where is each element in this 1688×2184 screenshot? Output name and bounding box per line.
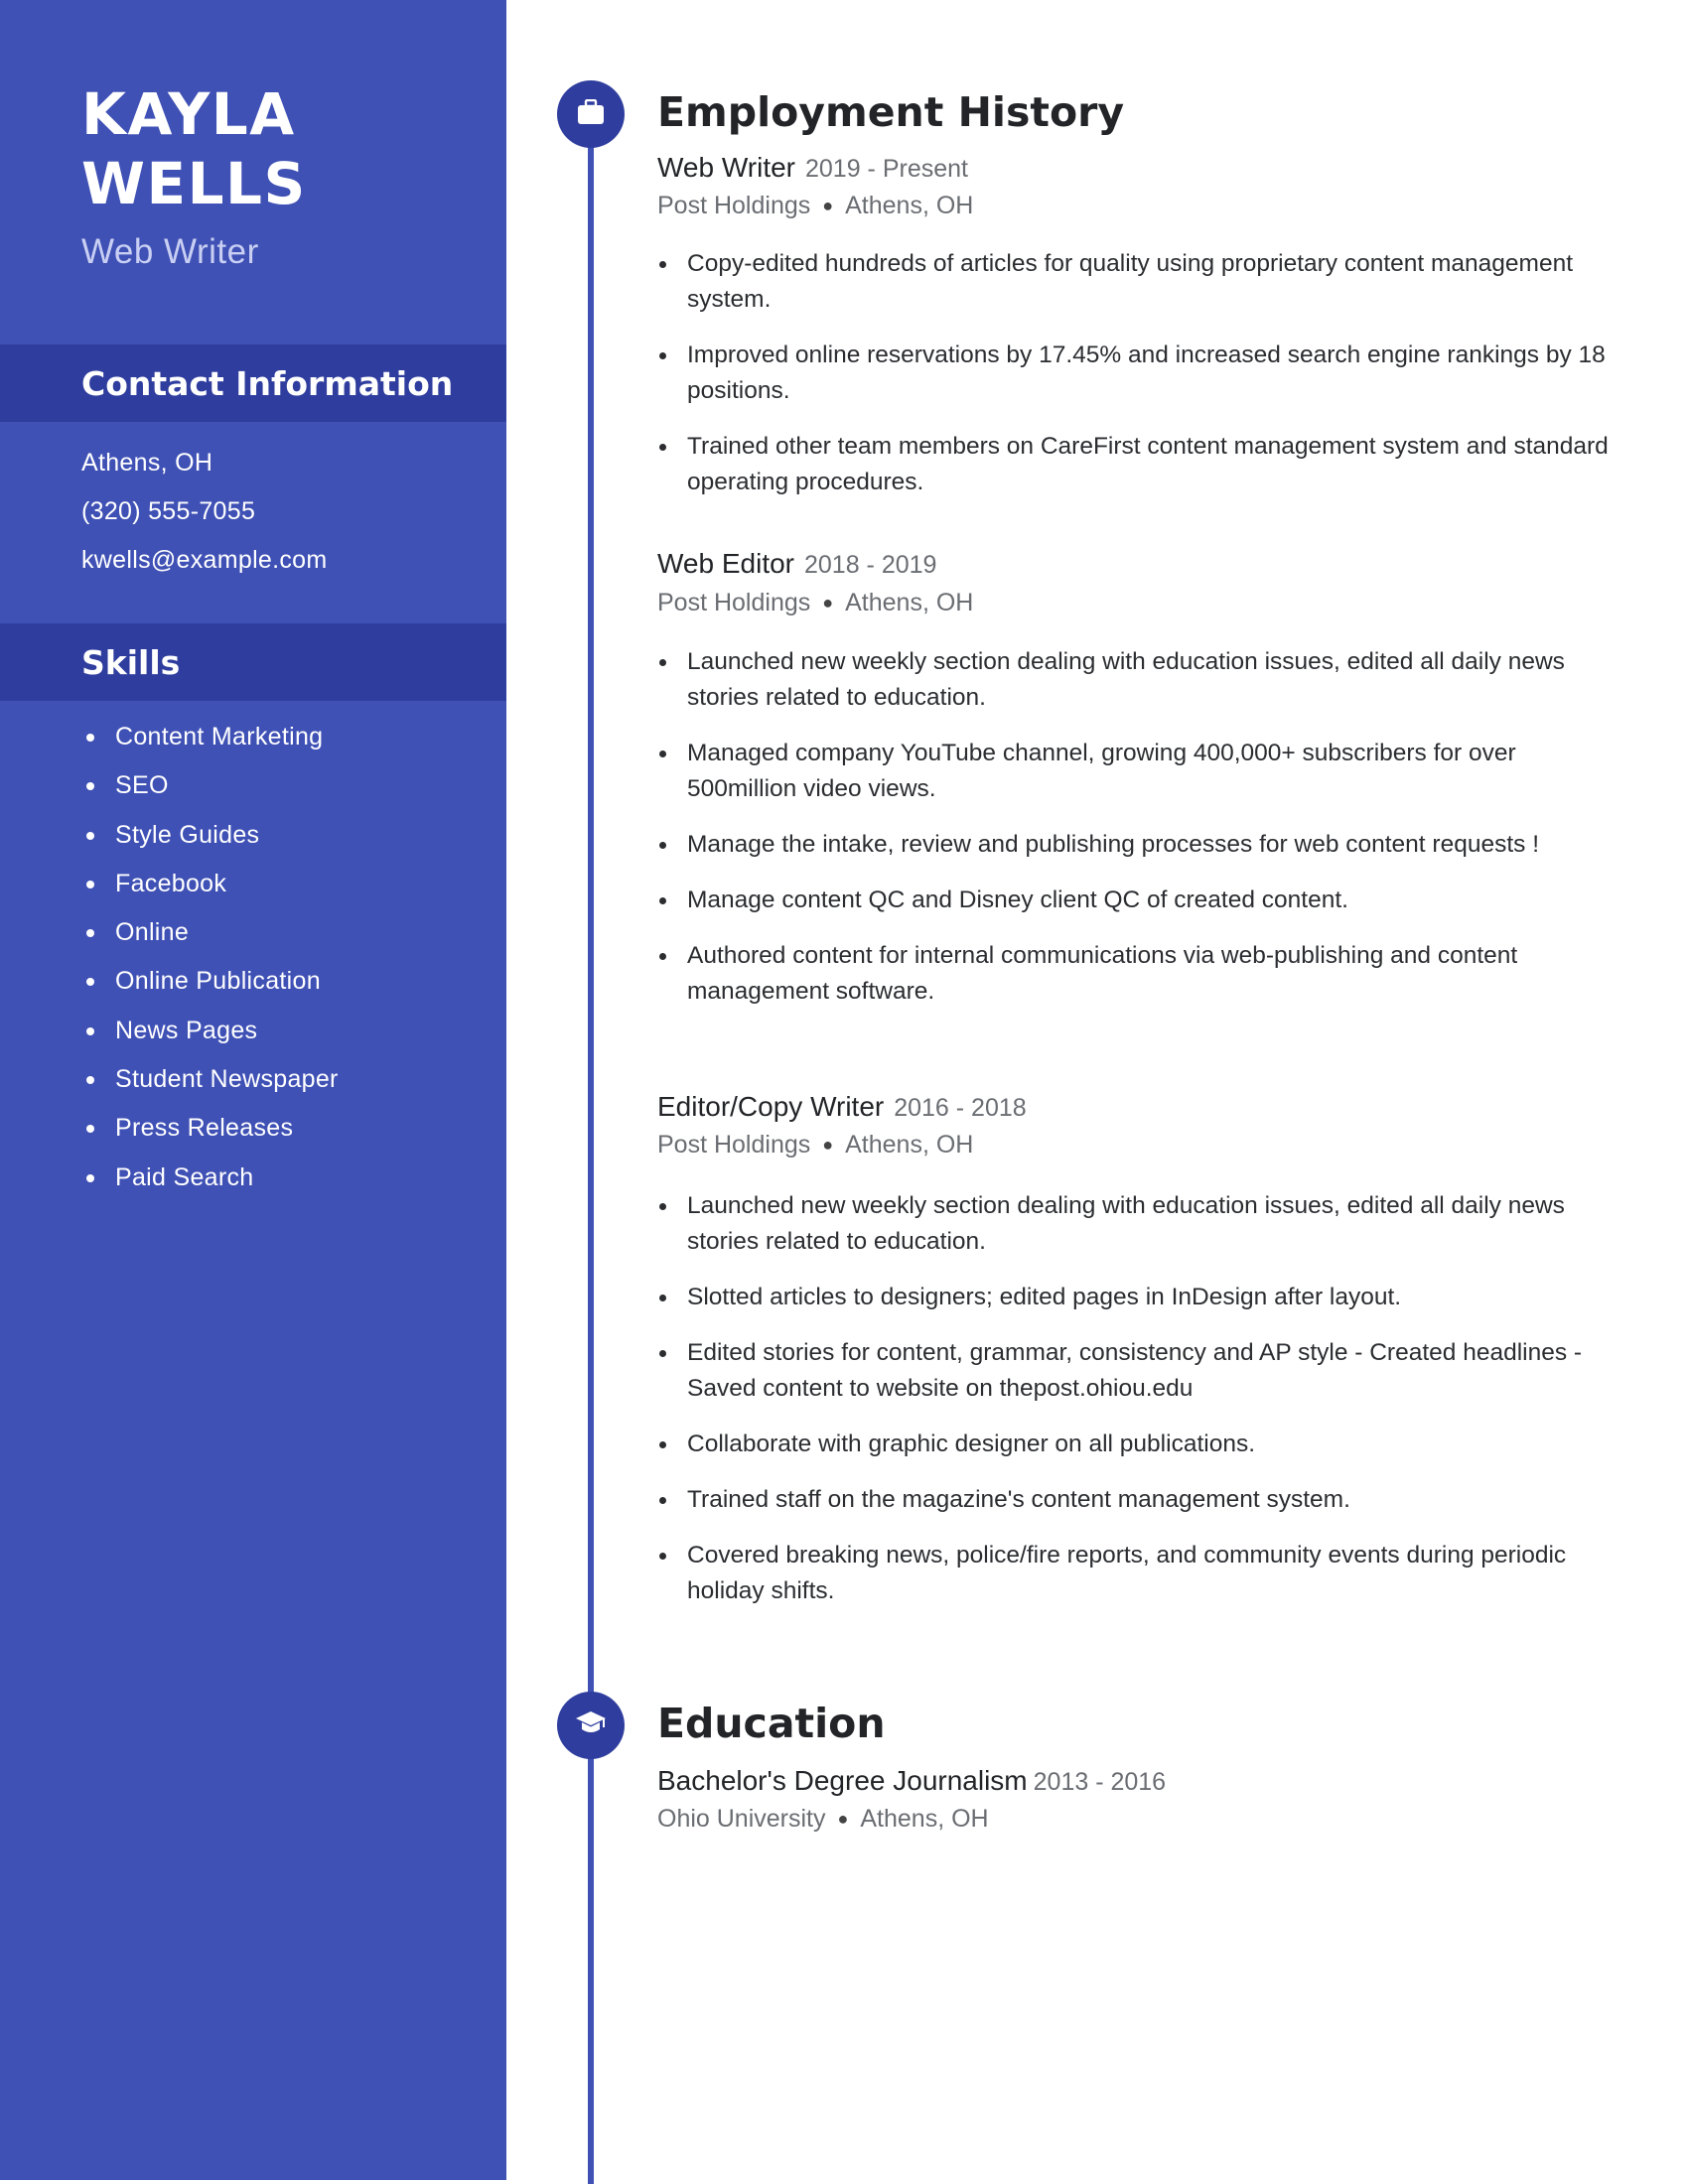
contact-email[interactable]: kwells@example.com xyxy=(81,536,328,585)
job-bullet: Trained staff on the magazine's content … xyxy=(657,1482,1611,1518)
job-company-line: Post Holdings ● Athens, OH xyxy=(657,189,973,222)
job-position: Editor/Copy Writer xyxy=(657,1091,885,1122)
job-title: Web Writer xyxy=(81,232,259,271)
education-section-marker xyxy=(557,1692,625,1759)
job-dates: 2019 - Present xyxy=(805,155,968,183)
job-bullet: Copy-edited hundreds of articles for qua… xyxy=(657,246,1611,318)
skill-item: Online Publication xyxy=(81,957,339,1006)
job-bullet: Slotted articles to designers; edited pa… xyxy=(657,1280,1611,1315)
job-company: Post Holdings xyxy=(657,589,811,616)
job-location: Athens, OH xyxy=(845,192,974,219)
job-dates: 2016 - 2018 xyxy=(894,1094,1027,1122)
skill-item: Paid Search xyxy=(81,1154,339,1202)
education-heading: Education xyxy=(657,1700,886,1747)
separator-dot: ● xyxy=(822,1135,834,1155)
contact-phone[interactable]: (320) 555-7055 xyxy=(81,487,328,536)
job-company-line: Post Holdings ● Athens, OH xyxy=(657,1128,973,1161)
job-header: Editor/Copy Writer 2016 - 2018 xyxy=(657,1090,1027,1129)
skill-item: Content Marketing xyxy=(81,713,339,761)
timeline-line xyxy=(588,119,594,2184)
degree-name: Bachelor's Degree Journalism xyxy=(657,1765,1028,1796)
job-bullet: Manage the intake, review and publishing… xyxy=(657,827,1611,863)
skill-item: Online xyxy=(81,908,339,957)
job-bullet: Covered breaking news, police/fire repor… xyxy=(657,1538,1611,1609)
education-dates: 2013 - 2016 xyxy=(1033,1768,1167,1796)
contact-heading-band: Contact Information xyxy=(0,344,506,422)
job-header: Web Writer 2019 - Present xyxy=(657,151,968,190)
job-bullets: Copy-edited hundreds of articles for qua… xyxy=(657,246,1611,520)
skill-item: SEO xyxy=(81,761,339,810)
employment-heading: Employment History xyxy=(657,88,1125,136)
job-location: Athens, OH xyxy=(845,1131,974,1159)
job-position: Web Editor xyxy=(657,548,794,579)
employment-section-marker xyxy=(557,80,625,148)
job-bullet: Managed company YouTube channel, growing… xyxy=(657,736,1611,807)
separator-dot: ● xyxy=(837,1809,849,1829)
job-bullets: Launched new weekly section dealing with… xyxy=(657,1188,1611,1629)
job-bullet: Launched new weekly section dealing with… xyxy=(657,644,1611,716)
separator-dot: ● xyxy=(822,593,834,613)
briefcase-icon xyxy=(577,98,605,130)
contact-heading: Contact Information xyxy=(81,363,454,403)
job-company: Post Holdings xyxy=(657,192,811,219)
separator-dot: ● xyxy=(822,196,834,215)
job-dates: 2018 - 2019 xyxy=(804,551,937,579)
contact-list: Athens, OH (320) 555-7055 kwells@example… xyxy=(81,439,328,585)
job-bullet: Collaborate with graphic designer on all… xyxy=(657,1427,1611,1462)
contact-location: Athens, OH xyxy=(81,449,213,477)
profile-header: KAYLA WELLS Web Writer xyxy=(81,79,307,272)
skill-item: Press Releases xyxy=(81,1104,339,1153)
education-school-line: Ohio University ● Athens, OH xyxy=(657,1802,989,1836)
job-bullet: Launched new weekly section dealing with… xyxy=(657,1188,1611,1260)
skills-heading: Skills xyxy=(81,642,181,682)
school-location: Athens, OH xyxy=(860,1805,989,1833)
job-bullets: Launched new weekly section dealing with… xyxy=(657,644,1611,1029)
job-header: Web Editor 2018 - 2019 xyxy=(657,547,936,586)
job-bullet: Authored content for internal communicat… xyxy=(657,938,1611,1010)
job-bullet: Manage content QC and Disney client QC o… xyxy=(657,883,1611,918)
skills-list: Content Marketing SEO Style Guides Faceb… xyxy=(81,713,339,1202)
job-company-line: Post Holdings ● Athens, OH xyxy=(657,586,973,619)
job-bullet: Improved online reservations by 17.45% a… xyxy=(657,338,1611,409)
job-bullet: Edited stories for content, grammar, con… xyxy=(657,1335,1611,1407)
skill-item: Facebook xyxy=(81,860,339,908)
job-bullet: Trained other team members on CareFirst … xyxy=(657,429,1611,500)
job-location: Athens, OH xyxy=(845,589,974,616)
skill-item: News Pages xyxy=(81,1007,339,1055)
sidebar: KAYLA WELLS Web Writer Contact Informati… xyxy=(0,0,506,2180)
graduation-cap-icon xyxy=(575,1710,607,1741)
last-name: WELLS xyxy=(81,150,307,217)
education-header: Bachelor's Degree Journalism 2013 - 2016 xyxy=(657,1764,1166,1803)
first-name: KAYLA xyxy=(81,80,296,148)
skills-heading-band: Skills xyxy=(0,623,506,701)
job-company: Post Holdings xyxy=(657,1131,811,1159)
skill-item: Style Guides xyxy=(81,811,339,860)
job-position: Web Writer xyxy=(657,152,795,183)
school-name: Ohio University xyxy=(657,1805,826,1833)
skill-item: Student Newspaper xyxy=(81,1055,339,1104)
